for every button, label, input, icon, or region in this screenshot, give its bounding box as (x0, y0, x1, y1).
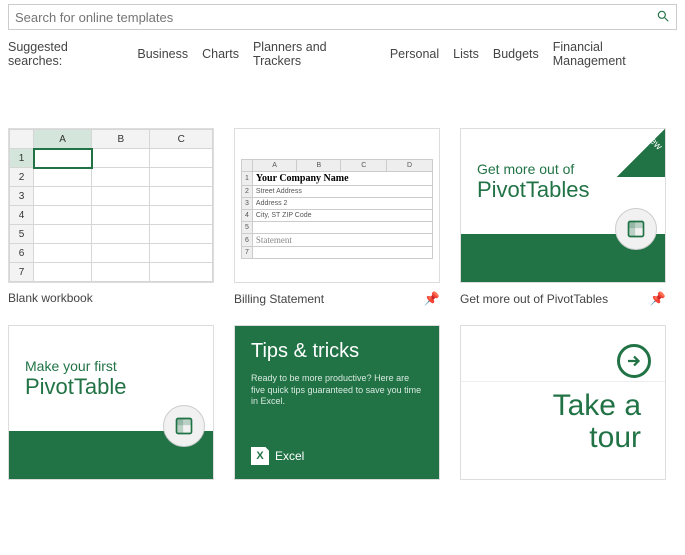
row-header: 3 (10, 187, 34, 206)
suggested-searches: Suggested searches: Business Charts Plan… (8, 40, 677, 68)
template-pivot-get-more: New Get more out of PivotTables Get more… (460, 128, 666, 307)
suggested-link-lists[interactable]: Lists (453, 47, 479, 61)
tile-title: PivotTable (25, 374, 197, 400)
template-grid: A B C 1 2 3 4 5 6 7 Blank workbook (8, 128, 677, 480)
row-header: 2 (10, 168, 34, 187)
suggested-link-business[interactable]: Business (137, 47, 188, 61)
template-tips-tricks: Tips & tricks Ready to be more productiv… (234, 325, 440, 480)
new-badge: New (617, 129, 665, 177)
suggested-link-planners[interactable]: Planners and Trackers (253, 40, 376, 68)
search-icon[interactable] (656, 9, 670, 26)
template-thumb-billing[interactable]: A B C D 1Your Company Name 2Street Addre… (234, 128, 440, 283)
search-input[interactable] (15, 10, 656, 25)
suggested-link-budgets[interactable]: Budgets (493, 47, 539, 61)
suggested-link-financial[interactable]: Financial Management (553, 40, 677, 68)
template-blank-workbook: A B C 1 2 3 4 5 6 7 Blank workbook (8, 128, 214, 307)
template-billing-statement: A B C D 1Your Company Name 2Street Addre… (234, 128, 440, 307)
template-caption: Get more out of PivotTables (460, 292, 608, 306)
template-thumb-blank[interactable]: A B C 1 2 3 4 5 6 7 (8, 128, 214, 283)
arrow-right-icon (617, 344, 651, 378)
tile-body: Ready to be more productive? Here are fi… (251, 373, 423, 447)
row-header: 7 (10, 263, 34, 282)
template-thumb-pivot-first[interactable]: Make your first PivotTable (8, 325, 214, 480)
template-thumb-tour[interactable]: Take a tour (460, 325, 666, 480)
template-thumb-pivot-more[interactable]: New Get more out of PivotTables (460, 128, 666, 283)
template-take-tour: Take a tour (460, 325, 666, 480)
search-box[interactable] (8, 4, 677, 30)
row-header: 6 (10, 244, 34, 263)
tile-title-line2: tour (461, 422, 641, 454)
pivot-icon (163, 405, 205, 447)
template-caption: Billing Statement (234, 292, 324, 306)
tile-footer: Excel (275, 449, 304, 463)
row-header: 5 (10, 225, 34, 244)
excel-icon: X (251, 447, 269, 465)
tile-title: Tips & tricks (251, 340, 423, 363)
template-caption: Blank workbook (8, 291, 93, 305)
pivot-icon (615, 208, 657, 250)
tile-title-line1: Take a (461, 390, 641, 422)
pin-icon[interactable]: 📌 (650, 291, 666, 307)
col-header: C (150, 130, 213, 149)
company-name: Your Company Name (252, 172, 432, 186)
row-header: 1 (10, 149, 34, 168)
suggested-link-personal[interactable]: Personal (390, 47, 439, 61)
template-thumb-tips[interactable]: Tips & tricks Ready to be more productiv… (234, 325, 440, 480)
tile-lead: Make your first (25, 358, 197, 374)
suggested-link-charts[interactable]: Charts (202, 47, 239, 61)
tile-title: PivotTables (477, 177, 649, 203)
col-header: A (34, 130, 92, 149)
col-header: B (92, 130, 150, 149)
template-pivot-make-first: Make your first PivotTable (8, 325, 214, 480)
row-header: 4 (10, 206, 34, 225)
suggested-label: Suggested searches: (8, 40, 123, 68)
pin-icon[interactable]: 📌 (424, 291, 440, 307)
